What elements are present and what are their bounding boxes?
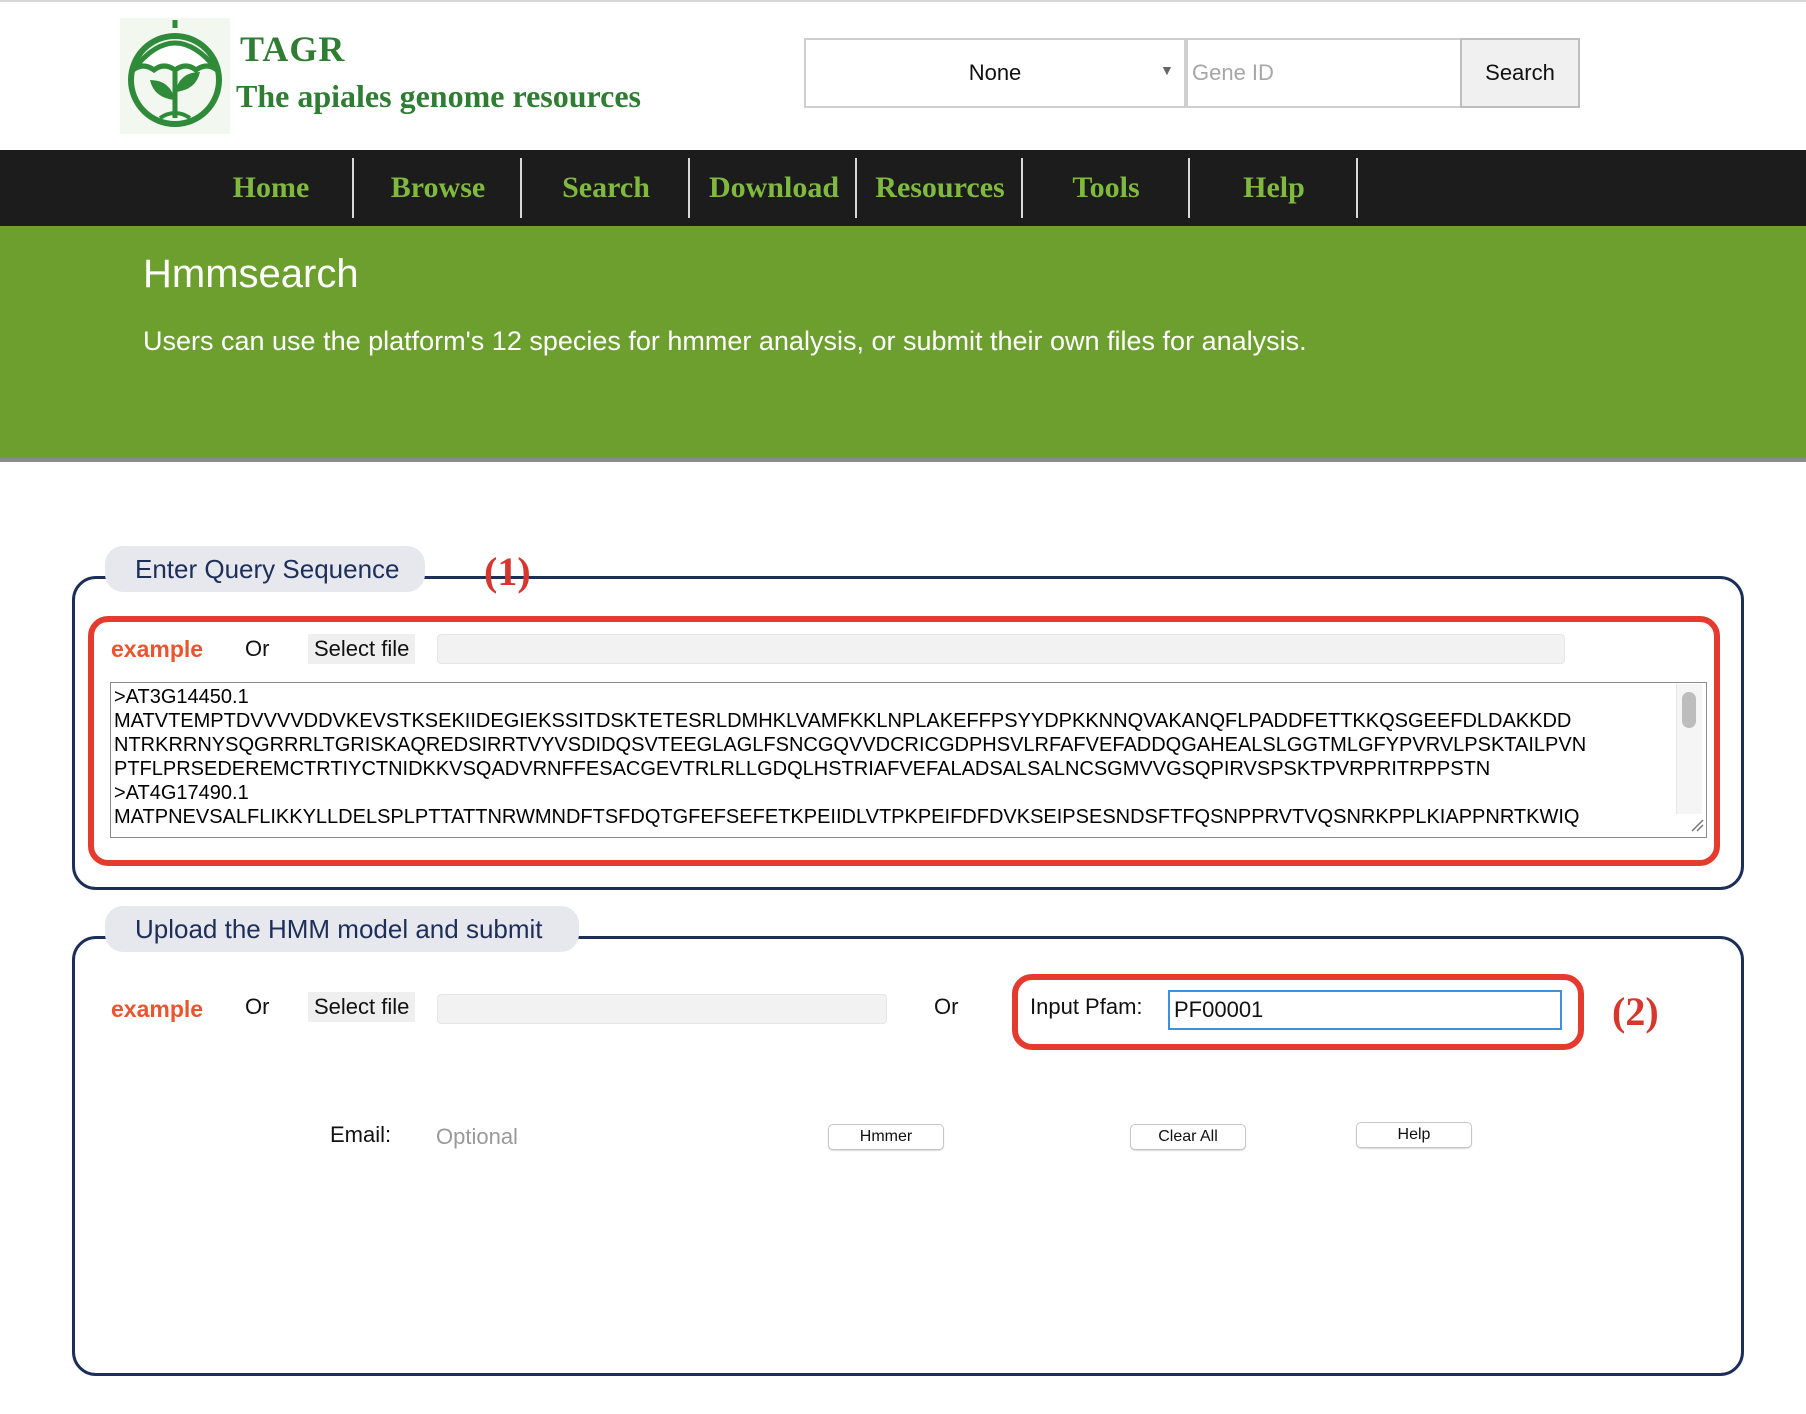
annotation-label-1: (1): [484, 549, 531, 594]
nav-item-resources[interactable]: Resources: [858, 150, 1022, 226]
site-subtitle: The apiales genome resources: [236, 78, 641, 114]
nav-divider: [520, 158, 522, 218]
query-example-link[interactable]: example: [111, 636, 203, 663]
query-select-file-button[interactable]: Select file: [308, 634, 416, 664]
nav-item-tools[interactable]: Tools: [1024, 150, 1188, 226]
sequence-line: >AT4G17490.1: [114, 782, 249, 804]
nav-item-help[interactable]: Help: [1192, 150, 1356, 226]
pfam-label: Input Pfam:: [1030, 994, 1143, 1019]
sequence-line: >AT3G14450.1: [114, 686, 249, 708]
nav-item-search[interactable]: Search: [524, 150, 688, 226]
hmm-select-file-button[interactable]: Select file: [308, 992, 416, 1022]
nav-divider: [855, 158, 857, 218]
nav-divider: [1188, 158, 1190, 218]
logo-icon[interactable]: [120, 18, 230, 134]
hmm-example-link[interactable]: example: [111, 996, 203, 1023]
species-select[interactable]: None: [804, 38, 1186, 108]
sequence-line: PTFLPRSEDEREMCTRTIYCTNIDKKVSQADVRNFFESAC…: [114, 758, 1491, 780]
sequence-line: MATPNEVSALFLIKKYLLDELSPLPTTATTNRWMNDFTSF…: [114, 806, 1580, 828]
main-nav: Home Browse Search Download Resources To…: [0, 150, 1806, 226]
nav-divider: [1021, 158, 1023, 218]
hmm-or-label: Or: [245, 994, 270, 1019]
sequence-scrollbar-thumb[interactable]: [1682, 692, 1696, 728]
clear-all-button[interactable]: Clear All: [1130, 1124, 1246, 1150]
nav-divider: [352, 158, 354, 218]
sequence-line: NTRKRRNYSQGRRRLTGRISKAQREDSIRRTVYVSDIDQS…: [114, 734, 1587, 756]
top-border: [0, 0, 1806, 2]
help-button[interactable]: Help: [1356, 1122, 1472, 1148]
annotation-label-2: (2): [1612, 989, 1659, 1034]
pfam-input[interactable]: [1168, 990, 1562, 1030]
species-select-value: None: [968, 60, 1022, 85]
hmm-or-label-2: Or: [934, 994, 959, 1019]
query-file-name-field[interactable]: [437, 634, 1565, 664]
nav-item-browse[interactable]: Browse: [356, 150, 520, 226]
query-sequence-legend: Enter Query Sequence: [105, 546, 425, 592]
hmm-file-name-field[interactable]: [437, 994, 887, 1024]
email-label: Email:: [330, 1122, 392, 1147]
resize-handle-icon[interactable]: [1690, 818, 1704, 832]
email-input[interactable]: [432, 1118, 732, 1156]
nav-divider: [1356, 158, 1358, 218]
nav-item-download[interactable]: Download: [692, 150, 856, 226]
triangle-down-icon: ▼: [1160, 62, 1174, 78]
hmmer-button[interactable]: Hmmer: [828, 1124, 944, 1150]
page-title: Hmmsearch: [143, 252, 359, 296]
legend-line: [425, 576, 487, 579]
gene-id-input[interactable]: [1186, 38, 1462, 108]
search-button[interactable]: Search: [1460, 38, 1580, 108]
site-name: TAGR: [240, 29, 346, 69]
page-description: Users can use the platform's 12 species …: [143, 326, 1307, 356]
nav-item-home[interactable]: Home: [205, 150, 337, 226]
query-or-label: Or: [245, 636, 270, 661]
hmm-upload-legend: Upload the HMM model and submit: [105, 906, 579, 952]
nav-divider: [688, 158, 690, 218]
sequence-textarea[interactable]: >AT3G14450.1 MATVTEMPTDVVVVDDVKEVSTKSEKI…: [110, 682, 1707, 838]
sequence-line: MATVTEMPTDVVVVDDVKEVSTKSEKIIDEGIEKSSITDS…: [114, 710, 1572, 732]
